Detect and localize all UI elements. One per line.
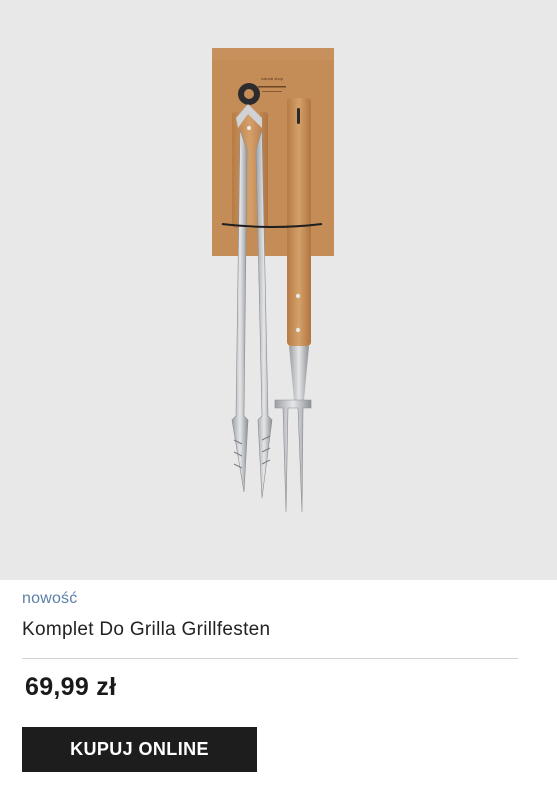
packaging-brand-text: natural shop bbox=[261, 76, 284, 81]
product-image[interactable]: natural shop bbox=[0, 0, 557, 580]
grill-tongs bbox=[231, 83, 273, 499]
product-title[interactable]: Komplet Do Grilla Grillfesten bbox=[22, 619, 270, 641]
grill-tongs-fork-set-illustration: natural shop bbox=[212, 48, 334, 513]
product-price: 69,99 zł bbox=[25, 673, 117, 701]
new-badge: nowość bbox=[22, 590, 78, 607]
buy-online-button[interactable]: KUPUJ ONLINE bbox=[22, 727, 257, 772]
divider bbox=[22, 658, 518, 659]
